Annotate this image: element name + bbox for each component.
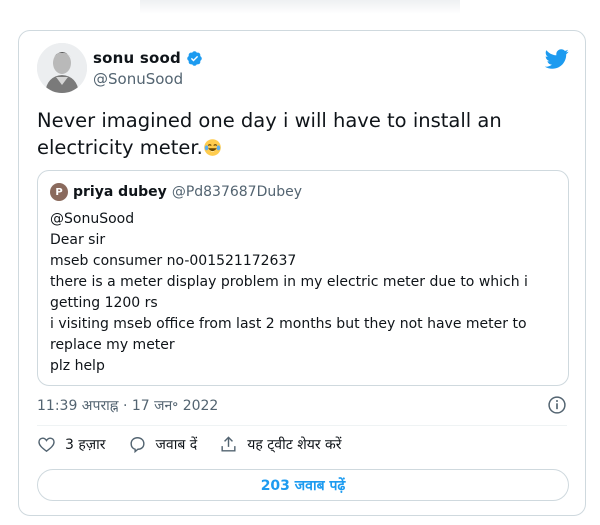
twitter-bird-icon[interactable] (545, 47, 569, 71)
reply-icon (130, 437, 145, 454)
reply-button[interactable]: जवाब दें (128, 435, 198, 454)
tears-of-joy-emoji-icon (204, 139, 221, 156)
heart-icon (38, 437, 55, 453)
like-button[interactable]: 3 हज़ार (37, 435, 106, 454)
top-shadow (140, 0, 460, 14)
avatar-photo-icon (37, 43, 87, 93)
action-bar: 3 हज़ार जवाब दें यह ट्वीट शेयर करें (37, 435, 364, 454)
share-icon (221, 436, 236, 452)
read-replies-label: 203 जवाब पढ़ें (260, 477, 346, 494)
quoted-line-problem: there is a meter display problem in my e… (50, 274, 528, 311)
tweet-text: Never imagined one day i will have to in… (37, 107, 567, 161)
info-icon[interactable] (547, 395, 567, 415)
quoted-line-visit: i visiting mseb office from last 2 month… (50, 316, 527, 353)
quoted-line-consumer-no: mseb consumer no-001521172637 (50, 253, 297, 269)
quoted-line-mention: @SonuSood (50, 211, 135, 227)
tweet-card: sonu sood @SonuSood Never imagined one d… (18, 30, 586, 516)
quoted-line-help: plz help (50, 358, 105, 374)
like-count: 3 हज़ार (65, 437, 106, 453)
share-label: यह ट्वीट शेयर करें (247, 437, 342, 453)
quoted-tweet-body: @SonuSood Dear sir mseb consumer no-0015… (50, 209, 555, 377)
quoted-tweet[interactable]: P priya dubey @Pd837687Dubey @SonuSood D… (37, 170, 569, 386)
tweet-timestamp[interactable]: 11:39 अपराह्न · 17 जन॰ 2022 (37, 396, 218, 415)
quoted-author-name[interactable]: priya dubey (73, 184, 167, 200)
share-button[interactable]: यह ट्वीट शेयर करें (219, 435, 342, 454)
divider (37, 425, 567, 426)
author-handle[interactable]: @SonuSood (93, 70, 183, 88)
avatar[interactable] (37, 43, 87, 93)
quoted-avatar[interactable]: P (50, 183, 68, 201)
quoted-author-handle[interactable]: @Pd837687Dubey (172, 184, 302, 200)
author-name[interactable]: sonu sood (93, 49, 181, 67)
quoted-line-greeting: Dear sir (50, 232, 106, 248)
reply-label: जवाब दें (155, 437, 198, 453)
verified-badge-icon (187, 50, 202, 66)
tweet-text-content: Never imagined one day i will have to in… (37, 109, 502, 159)
read-replies-button[interactable]: 203 जवाब पढ़ें (37, 469, 569, 501)
